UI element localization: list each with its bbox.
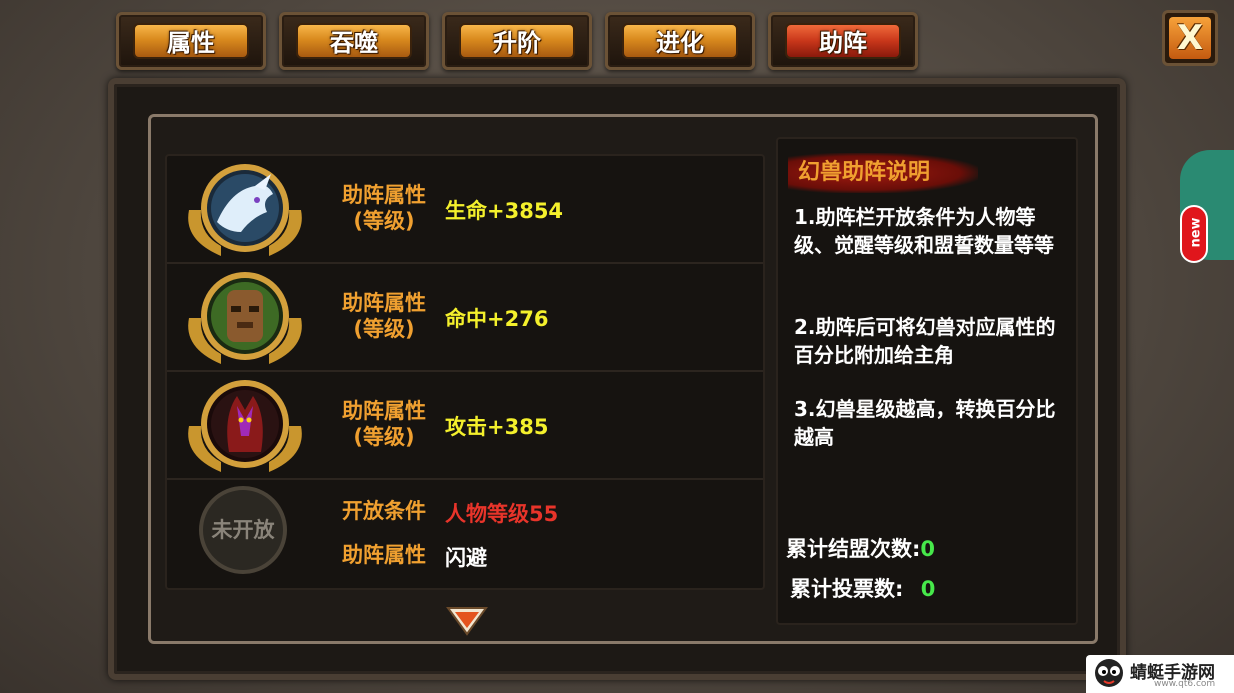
open-condition-label: 开放条件 — [342, 499, 426, 523]
assist-slot[interactable]: 助阵属性 (等级) 攻击+385 — [167, 372, 763, 480]
locked-slot-text: 未开放 — [211, 518, 275, 542]
slot-attr-value: 生命+3854 — [445, 199, 564, 223]
dragonfly-logo-icon — [1095, 659, 1123, 687]
description-panel: 幻兽助阵说明 1.助阵栏开放条件为人物等级、觉醒等级和盟誓数量等等 2.助阵后可… — [776, 137, 1078, 625]
slot-level-label: (等级) — [353, 317, 415, 341]
description-paragraph: 2.助阵后可将幻兽对应属性的百分比附加给主角 — [794, 315, 1056, 367]
close-icon: X — [1169, 17, 1211, 59]
assist-slot-list: 助阵属性 (等级) 生命+3854 助阵属性 (等级) 命中+276 助阵属性 … — [165, 154, 765, 590]
tab-label: 升阶 — [459, 23, 575, 59]
treant-icon — [188, 272, 302, 364]
description-title: 幻兽助阵说明 — [788, 153, 978, 193]
alliance-count-label: 累计结盟次数: — [786, 537, 921, 561]
fire-dragon-icon — [188, 380, 302, 472]
assist-slot-locked[interactable]: 未开放 开放条件 人物等级55 助阵属性 闪避 — [167, 480, 763, 586]
vote-count-stat: 累计投票数: 0 — [790, 573, 935, 603]
watermark-logo: 蜻蜓手游网 www.qt6.com — [1086, 655, 1234, 693]
tab-assist[interactable]: 助阵 — [768, 12, 918, 70]
vote-count-value: 0 — [920, 577, 936, 601]
slot-attr-value: 闪避 — [445, 546, 487, 570]
tab-label: 助阵 — [785, 23, 901, 59]
description-paragraph: 1.助阵栏开放条件为人物等级、觉醒等级和盟誓数量等等 — [794, 205, 1054, 257]
vote-count-label: 累计投票数: — [790, 577, 904, 601]
slot-level-label: (等级) — [353, 425, 415, 449]
tab-label: 属性 — [133, 23, 249, 59]
slot-attr-label: 助阵属性 — [342, 399, 426, 423]
locked-slot-badge: 未开放 — [199, 486, 287, 574]
tab-attributes[interactable]: 属性 — [116, 12, 266, 70]
alliance-count-stat: 累计结盟次数:0 — [786, 533, 935, 563]
new-badge: new — [1180, 205, 1208, 263]
watermark-url: www.qt6.com — [1154, 679, 1216, 689]
assist-slot[interactable]: 助阵属性 (等级) 命中+276 — [167, 264, 763, 372]
slot-attr-value: 攻击+385 — [445, 415, 549, 439]
description-paragraph: 3.幻兽星级越高，转换百分比越高 — [794, 397, 1056, 449]
open-condition-value: 人物等级55 — [445, 502, 559, 526]
tab-upgrade[interactable]: 升阶 — [442, 12, 592, 70]
slot-attr-value: 命中+276 — [445, 307, 549, 331]
slot-level-label: (等级) — [353, 209, 415, 233]
alliance-count-value: 0 — [920, 537, 936, 561]
close-button[interactable]: X — [1162, 10, 1218, 66]
tab-label: 吞噬 — [296, 23, 412, 59]
slot-attr-label: 助阵属性 — [342, 291, 426, 315]
slot-attr-label: 助阵属性 — [342, 543, 426, 567]
ice-dragon-icon — [188, 164, 302, 256]
slot-attr-label: 助阵属性 — [342, 183, 426, 207]
assist-slot[interactable]: 助阵属性 (等级) 生命+3854 — [167, 156, 763, 264]
tab-evolve[interactable]: 进化 — [605, 12, 755, 70]
scroll-down-arrow-icon[interactable] — [446, 604, 488, 638]
tab-label: 进化 — [622, 23, 738, 59]
tab-devour[interactable]: 吞噬 — [279, 12, 429, 70]
